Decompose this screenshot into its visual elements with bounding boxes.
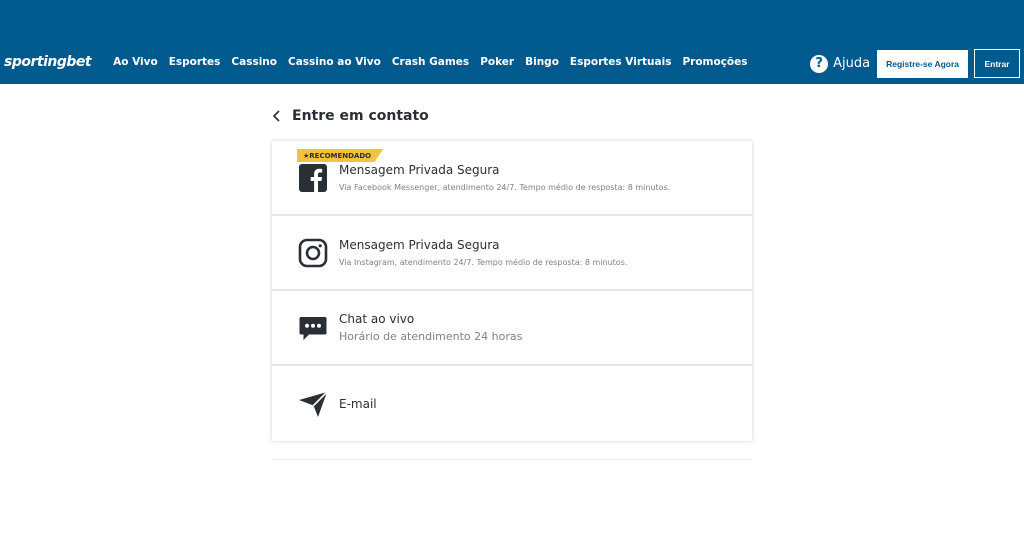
help-label: Ajuda	[833, 56, 871, 71]
nav-item-promocoes[interactable]: Promoções	[682, 56, 747, 68]
contact-option-text: Mensagem Privada Segura Via Instagram, a…	[339, 238, 627, 267]
contact-option-instagram[interactable]: Mensagem Privada Segura Via Instagram, a…	[272, 216, 752, 291]
nav-item-bingo[interactable]: Bingo	[525, 56, 559, 68]
sportingbet-logo[interactable]: sportingbet	[4, 54, 92, 70]
contact-panel: Entre em contato ★RECOMENDADO Mensagem P…	[272, 100, 752, 460]
nav-item-ao-vivo[interactable]: Ao Vivo	[113, 56, 158, 68]
contact-option-live-chat[interactable]: Chat ao vivo Horário de atendimento 24 h…	[272, 291, 752, 366]
contact-option-text: Chat ao vivo Horário de atendimento 24 h…	[339, 312, 522, 343]
main-nav: sportingbet Ao Vivo Esportes Cassino Cas…	[0, 44, 1024, 80]
facebook-icon	[298, 163, 328, 193]
chat-icon	[298, 313, 328, 343]
contact-option-subtitle: Via Facebook Messenger, atendimento 24/7…	[339, 183, 671, 192]
send-icon	[298, 389, 328, 419]
contact-option-title: Chat ao vivo	[339, 312, 415, 326]
page-title: Entre em contato	[292, 108, 429, 124]
nav-item-crash-games[interactable]: Crash Games	[392, 56, 469, 68]
help-icon: ?	[810, 54, 829, 73]
nav-menu: Ao Vivo Esportes Cassino Cassino ao Vivo…	[113, 56, 758, 68]
nav-item-poker[interactable]: Poker	[480, 56, 514, 68]
contact-option-text: Mensagem Privada Segura Via Facebook Mes…	[339, 163, 670, 192]
nav-item-esportes-virtuais[interactable]: Esportes Virtuais	[570, 56, 672, 68]
instagram-icon	[298, 238, 328, 268]
contact-option-subtitle: Horário de atendimento 24 horas	[339, 330, 523, 343]
contact-option-title: Mensagem Privada Segura	[339, 238, 500, 252]
contact-option-title: E-mail	[339, 396, 377, 411]
contact-option-subtitle: Via Instagram, atendimento 24/7. Tempo m…	[339, 258, 628, 267]
contact-option-text: E-mail	[339, 397, 377, 411]
login-button[interactable]: Entrar	[974, 49, 1020, 78]
contact-option-facebook[interactable]: ★RECOMENDADO Mensagem Privada Segura Via…	[272, 141, 752, 216]
nav-actions: ? Ajuda Registre-se Agora Entrar	[810, 49, 1020, 78]
help-link[interactable]: ? Ajuda	[810, 54, 871, 73]
back-chevron-icon[interactable]	[272, 110, 284, 122]
page-header: Entre em contato	[272, 100, 752, 132]
section-divider	[272, 459, 752, 460]
contact-options-list: ★RECOMENDADO Mensagem Privada Segura Via…	[272, 141, 752, 441]
nav-item-cassino[interactable]: Cassino	[231, 56, 277, 68]
contact-option-title: Mensagem Privada Segura	[339, 163, 500, 177]
contact-option-email[interactable]: E-mail	[272, 366, 752, 441]
nav-item-cassino-ao-vivo[interactable]: Cassino ao Vivo	[288, 56, 381, 68]
nav-item-esportes[interactable]: Esportes	[169, 56, 221, 68]
register-button[interactable]: Registre-se Agora	[877, 49, 968, 78]
recommended-badge: ★RECOMENDADO	[297, 149, 384, 162]
